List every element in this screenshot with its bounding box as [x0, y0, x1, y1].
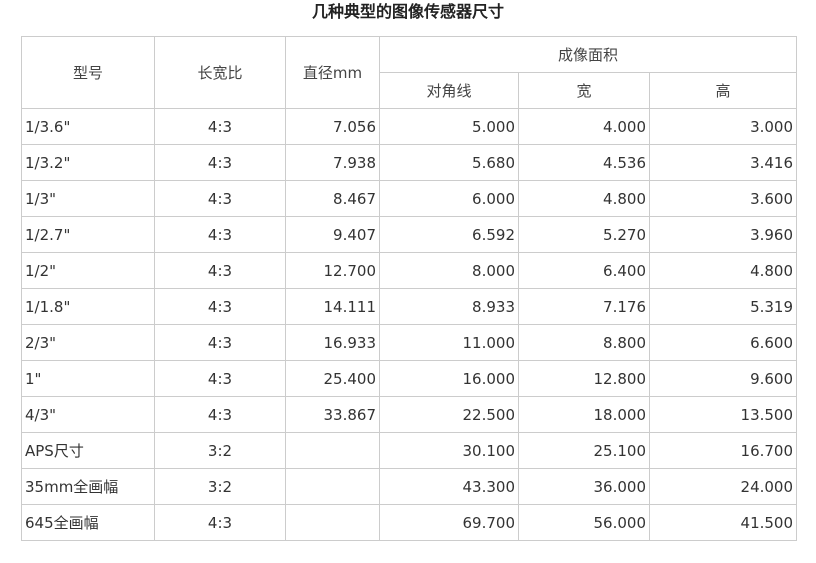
cell-diameter: 25.400	[285, 360, 380, 397]
cell-width: 56.000	[518, 504, 650, 541]
cell-width: 18.000	[518, 396, 650, 433]
cell-width: 36.000	[518, 468, 650, 505]
cell-diagonal: 6.592	[379, 216, 519, 253]
cell-diameter	[285, 504, 380, 541]
cell-height: 3.600	[648, 180, 798, 217]
header-aspect-ratio: 长宽比	[154, 36, 286, 109]
table-row: 35mm全画幅 3:2 43.300 36.000 24.000	[21, 468, 798, 505]
cell-width: 7.176	[518, 288, 650, 325]
cell-aspect-ratio: 3:2	[154, 432, 286, 469]
cell-width: 8.800	[518, 324, 650, 361]
cell-aspect-ratio: 4:3	[154, 396, 286, 433]
cell-height: 4.800	[648, 252, 798, 289]
cell-aspect-ratio: 4:3	[154, 216, 286, 253]
cell-height: 24.000	[648, 468, 798, 505]
cell-model: 2/3"	[21, 324, 155, 361]
table-row: 4/3" 4:3 33.867 22.500 18.000 13.500	[21, 396, 798, 433]
cell-model: 1/3.6"	[21, 108, 155, 145]
cell-diagonal: 8.000	[379, 252, 519, 289]
cell-width: 4.536	[518, 144, 650, 181]
cell-height: 13.500	[648, 396, 798, 433]
table-row: 1/3.6" 4:3 7.056 5.000 4.000 3.000	[21, 108, 798, 145]
cell-diagonal: 11.000	[379, 324, 519, 361]
cell-aspect-ratio: 4:3	[154, 288, 286, 325]
cell-diameter: 9.407	[285, 216, 380, 253]
cell-diagonal: 6.000	[379, 180, 519, 217]
sensor-size-table: 型号 长宽比 直径mm 成像面积 对角线 宽 高 1/3.6" 4:3 7.05…	[21, 36, 798, 541]
table-row: 1/2" 4:3 12.700 8.000 6.400 4.800	[21, 252, 798, 289]
cell-width: 6.400	[518, 252, 650, 289]
cell-model: 1/3.2"	[21, 144, 155, 181]
header-width: 宽	[518, 72, 650, 109]
cell-diameter	[285, 468, 380, 505]
cell-diagonal: 22.500	[379, 396, 519, 433]
cell-diagonal: 69.700	[379, 504, 519, 541]
cell-diameter: 7.056	[285, 108, 380, 145]
header-diagonal: 对角线	[379, 72, 519, 109]
cell-diagonal: 43.300	[379, 468, 519, 505]
cell-height: 16.700	[648, 432, 798, 469]
header-height: 高	[648, 72, 798, 109]
cell-model: 1/1.8"	[21, 288, 155, 325]
cell-aspect-ratio: 4:3	[154, 252, 286, 289]
cell-model: 35mm全画幅	[21, 468, 155, 505]
cell-diameter: 12.700	[285, 252, 380, 289]
cell-width: 4.800	[518, 180, 650, 217]
header-model: 型号	[21, 36, 155, 109]
table-row: 1/1.8" 4:3 14.111 8.933 7.176 5.319	[21, 288, 798, 325]
table-row: APS尺寸 3:2 30.100 25.100 16.700	[21, 432, 798, 469]
cell-aspect-ratio: 4:3	[154, 180, 286, 217]
cell-width: 25.100	[518, 432, 650, 469]
cell-diagonal: 16.000	[379, 360, 519, 397]
table-row: 1/3.2" 4:3 7.938 5.680 4.536 3.416	[21, 144, 798, 181]
cell-model: 1/3"	[21, 180, 155, 217]
cell-height: 41.500	[648, 504, 798, 541]
cell-diagonal: 30.100	[379, 432, 519, 469]
cell-diagonal: 5.680	[379, 144, 519, 181]
cell-height: 3.960	[648, 216, 798, 253]
cell-diagonal: 8.933	[379, 288, 519, 325]
table-row: 2/3" 4:3 16.933 11.000 8.800 6.600	[21, 324, 798, 361]
cell-height: 9.600	[648, 360, 798, 397]
cell-aspect-ratio: 3:2	[154, 468, 286, 505]
cell-aspect-ratio: 4:3	[154, 108, 286, 145]
table-row: 1/3" 4:3 8.467 6.000 4.800 3.600	[21, 180, 798, 217]
cell-diameter: 8.467	[285, 180, 380, 217]
cell-model: APS尺寸	[21, 432, 155, 469]
cell-aspect-ratio: 4:3	[154, 360, 286, 397]
cell-diagonal: 5.000	[379, 108, 519, 145]
cell-diameter: 33.867	[285, 396, 380, 433]
table-row: 1" 4:3 25.400 16.000 12.800 9.600	[21, 360, 798, 397]
cell-diameter: 14.111	[285, 288, 380, 325]
cell-diameter: 7.938	[285, 144, 380, 181]
cell-model: 645全画幅	[21, 504, 155, 541]
cell-height: 5.319	[648, 288, 798, 325]
table-row: 1/2.7" 4:3 9.407 6.592 5.270 3.960	[21, 216, 798, 253]
cell-diameter: 16.933	[285, 324, 380, 361]
cell-aspect-ratio: 4:3	[154, 144, 286, 181]
cell-model: 1/2"	[21, 252, 155, 289]
cell-width: 5.270	[518, 216, 650, 253]
cell-model: 1/2.7"	[21, 216, 155, 253]
cell-width: 12.800	[518, 360, 650, 397]
cell-diameter	[285, 432, 380, 469]
header-imaging-area: 成像面积	[378, 36, 798, 73]
cell-height: 6.600	[648, 324, 798, 361]
cell-height: 3.416	[648, 144, 798, 181]
cell-aspect-ratio: 4:3	[154, 504, 286, 541]
table-row: 645全画幅 4:3 69.700 56.000 41.500	[21, 504, 798, 541]
page-title: 几种典型的图像传感器尺寸	[311, 2, 504, 21]
cell-height: 3.000	[648, 108, 798, 145]
cell-model: 4/3"	[21, 396, 155, 433]
cell-width: 4.000	[518, 108, 650, 145]
header-diameter: 直径mm	[285, 36, 380, 109]
cell-aspect-ratio: 4:3	[154, 324, 286, 361]
cell-model: 1"	[21, 360, 155, 397]
